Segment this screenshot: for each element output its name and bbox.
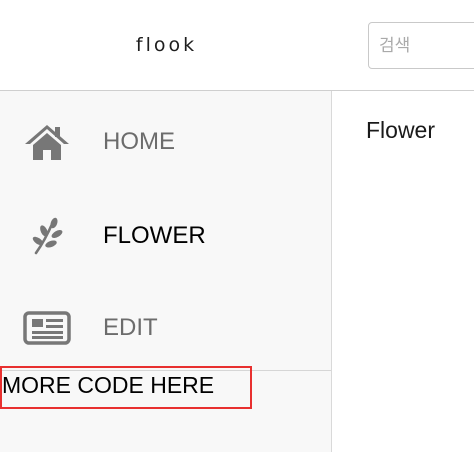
- sidebar-item-home[interactable]: HOME: [0, 112, 331, 172]
- search-input[interactable]: [368, 22, 474, 69]
- annotation-highlight-box: [0, 366, 252, 409]
- sidebar-item-label: HOME: [103, 128, 175, 155]
- main-content: Flower: [332, 91, 474, 452]
- sidebar-item-flower[interactable]: FLOWER: [0, 206, 331, 266]
- page-title: Flower: [366, 117, 436, 143]
- newspaper-icon: [22, 308, 72, 348]
- app-window: flook HOME: [0, 0, 474, 452]
- sidebar-item-label: EDIT: [103, 314, 158, 341]
- sidebar: HOME FLOWER EDIT MORE CODE HERE: [0, 91, 332, 452]
- home-icon: [22, 122, 72, 162]
- brand-logo[interactable]: flook: [0, 30, 333, 60]
- sidebar-item-edit[interactable]: EDIT: [0, 298, 331, 358]
- top-bar: flook: [0, 0, 474, 91]
- leaf-icon: [22, 216, 72, 256]
- sidebar-item-label: FLOWER: [103, 222, 206, 249]
